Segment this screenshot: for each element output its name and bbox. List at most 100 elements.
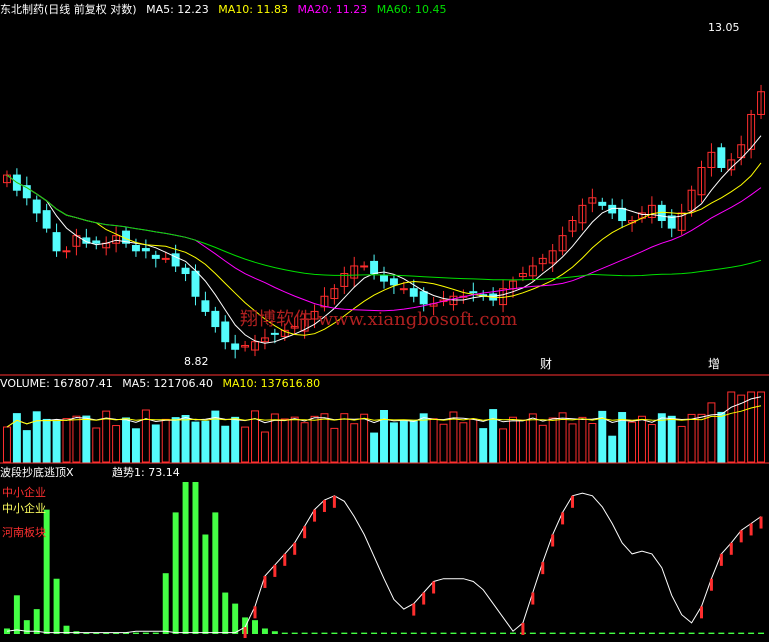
candle-body (370, 260, 379, 275)
bottom-signal-bar (291, 632, 298, 634)
bottom-signal-bar (132, 632, 139, 634)
volume-bar (32, 411, 41, 463)
bottom-signal-bar (331, 632, 338, 634)
volume-bar (399, 419, 408, 463)
volume-bar (667, 415, 676, 463)
bottom-signal-bar (232, 603, 239, 634)
sector-tag-2: 中小企业 (2, 502, 46, 515)
event-label-increase: 增 (708, 357, 721, 371)
bottom-signal-bar (728, 632, 735, 634)
bottom-signal-bar (738, 632, 745, 634)
bottom-signal-bar (619, 632, 626, 634)
volume-bar (528, 413, 537, 463)
bottom-signal-bar (162, 573, 169, 634)
candle-body (389, 278, 398, 286)
volume-bar (370, 432, 379, 463)
candle-body (42, 210, 51, 229)
volume-bar (62, 418, 71, 463)
volume-bar (489, 409, 498, 463)
volume-bar (697, 413, 706, 463)
volume-bar (588, 422, 597, 463)
watermark: 翔博软件 www.xiangbosoft.com (240, 309, 518, 330)
volume-bar (112, 425, 121, 463)
candle-body (221, 321, 230, 343)
volume-bar (241, 426, 250, 463)
bottom-signal-bar (311, 632, 318, 634)
bottom-signal-bar (182, 482, 189, 634)
bottom-signal-bar (410, 632, 417, 634)
bottom-signal-bar (152, 632, 159, 634)
candle-body (191, 270, 200, 297)
volume-bar (578, 416, 587, 463)
volume-bar (171, 417, 180, 463)
bottom-signal-bar (698, 632, 705, 634)
bottom-signal-bar (23, 620, 30, 634)
volume-bar (280, 418, 289, 463)
volume-bar (469, 418, 478, 463)
bottom-signal-bar (688, 632, 695, 634)
candle-body (131, 245, 140, 252)
volume-bar (221, 425, 230, 463)
volume-label: VOLUME: 167807.41 (0, 377, 113, 390)
volume-bar (300, 422, 309, 463)
indicator-title: 波段抄底逃顶X (0, 466, 74, 479)
volume-bar (72, 415, 81, 463)
bottom-signal-bar (222, 592, 229, 634)
bottom-signal-bar (599, 632, 606, 634)
candle-body (419, 291, 428, 305)
event-label-finance: 财 (540, 357, 553, 371)
ma60-label: MA60: 10.45 (376, 3, 447, 16)
bottom-signal-bar (271, 631, 278, 634)
bottom-signal-bar (648, 632, 655, 634)
candle-body (181, 267, 190, 275)
volume-bar (161, 418, 170, 463)
bottom-signal-bar (341, 632, 348, 634)
bottom-signal-bar (609, 632, 616, 634)
bottom-signal-bar (460, 632, 467, 634)
bottom-signal-bar (678, 632, 685, 634)
volume-ma5-label: MA5: 121706.40 (122, 377, 213, 390)
bottom-signal-bar (470, 632, 477, 634)
indicator-panel (3, 482, 765, 640)
volume-bar (757, 391, 766, 463)
bottom-signal-bar (261, 628, 268, 634)
volume-bar (608, 435, 617, 463)
volume-bar (647, 424, 656, 463)
ma10-label: MA10: 11.83 (218, 3, 289, 16)
bottom-signal-bar (321, 632, 328, 634)
bottom-signal-bar (420, 632, 427, 634)
candle-body (399, 288, 408, 291)
bottom-signal-bar (192, 482, 199, 634)
bottom-signal-bar (758, 632, 765, 634)
bottom-signal-bar (539, 632, 546, 634)
ma5-label: MA5: 12.23 (146, 3, 209, 16)
high-price-marker: 13.05 (708, 21, 740, 34)
candle-body (201, 300, 210, 312)
volume-bar (2, 426, 11, 463)
low-price-marker: 8.82 (184, 355, 209, 368)
candle-body (409, 288, 418, 297)
bottom-signal-bar (510, 632, 516, 634)
volume-bar (459, 422, 468, 463)
bottom-signal-bar (529, 632, 536, 634)
volume-bar (181, 414, 190, 463)
volume-bar (201, 420, 210, 463)
volume-bar (310, 415, 319, 463)
volume-bar (320, 413, 329, 463)
volume-bar (568, 423, 577, 463)
bottom-signal-bar (569, 632, 576, 634)
bottom-signal-bar (549, 632, 556, 634)
volume-bar (558, 412, 567, 463)
volume-ma10-label: MA10: 137616.80 (222, 377, 321, 390)
volume-bar (479, 428, 488, 463)
volume-bar (231, 416, 240, 463)
bottom-signal-bar (202, 534, 209, 634)
candle-body (270, 332, 279, 335)
candle-body (380, 275, 388, 282)
bottom-signal-bar (351, 632, 358, 634)
volume-bar (499, 428, 508, 463)
candle-body (32, 199, 41, 214)
candle-body (231, 343, 240, 350)
volume-bar (340, 413, 349, 463)
price-header: 东北制药(日线 前复权 对数) MA5: 12.23 MA10: 11.83 M… (0, 3, 452, 16)
